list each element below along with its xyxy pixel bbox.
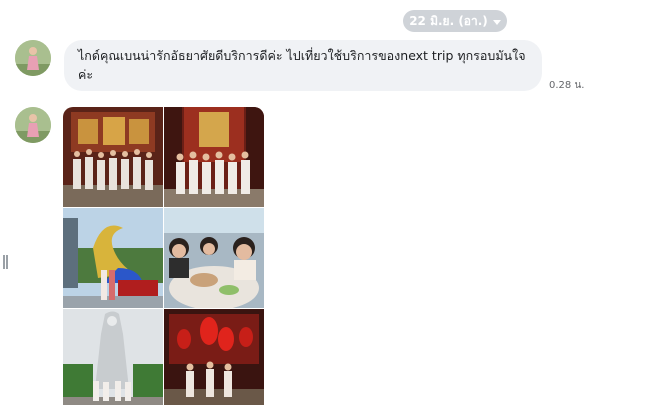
message-time: 0.28 น. (549, 80, 585, 91)
date-label: 22 มิ.ย. (อา.) (409, 13, 488, 28)
resize-handle[interactable] (3, 255, 8, 269)
white-guanyin-statue-photo[interactable] (63, 309, 163, 405)
photo-album (63, 107, 264, 405)
red-lantern-shrine-photo[interactable] (164, 309, 264, 405)
caret-down-icon (492, 19, 501, 25)
restaurant-selfie-photo[interactable] (164, 208, 264, 308)
group-photo-temple-interior[interactable] (63, 107, 163, 207)
message-text: ไกด์คุณเบนน่ารักอัธยาศัยดีบริการดีค่ะ ไป… (78, 48, 526, 82)
sender-avatar[interactable] (15, 107, 51, 143)
sender-avatar[interactable] (15, 40, 51, 76)
message-bubble[interactable]: ไกด์คุณเบนน่ารักอัธยาศัยดีบริการดีค่ะ ไป… (64, 40, 542, 91)
date-separator[interactable]: 22 มิ.ย. (อา.) (403, 10, 507, 32)
golden-naga-statue-photo[interactable] (63, 208, 163, 308)
group-photo-temple-gate[interactable] (164, 107, 264, 207)
